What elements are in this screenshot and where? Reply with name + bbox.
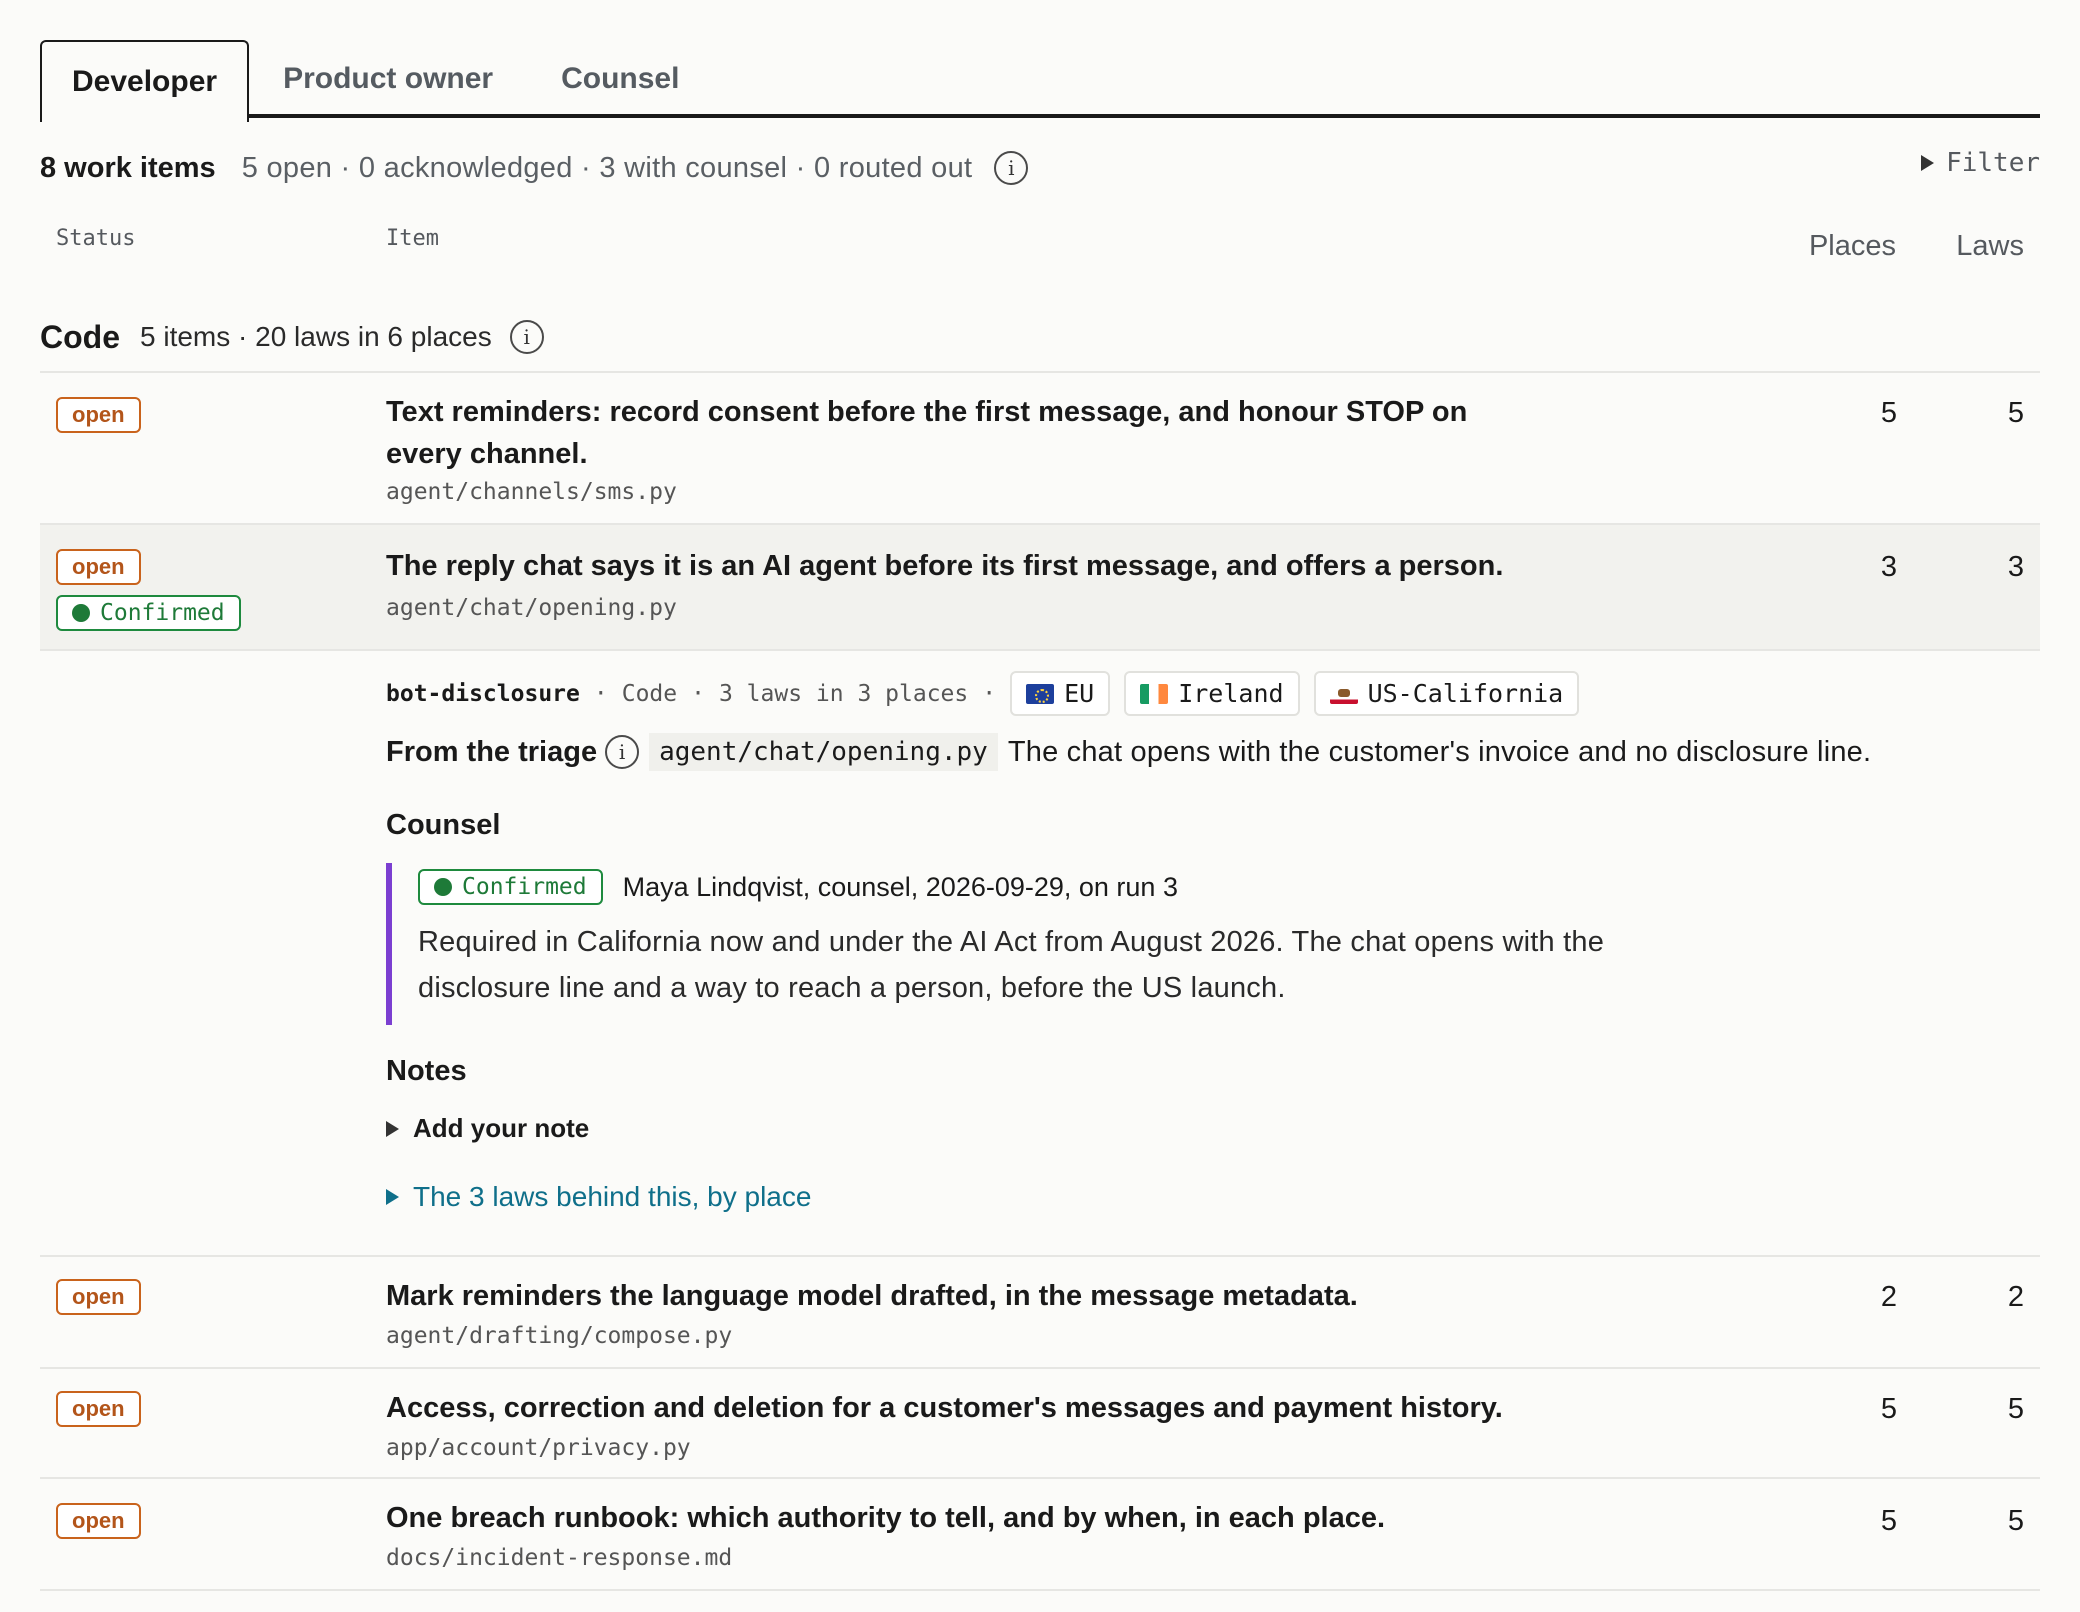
triage-text: The chat opens with the customer's invoi… xyxy=(1007,735,1872,768)
places-count: 3 xyxy=(1880,551,1897,583)
info-icon[interactable]: i xyxy=(509,320,544,354)
work-items-panel: Developer Product owner Counsel 8 work i… xyxy=(40,40,2040,1591)
group-stats: 5 items · 20 laws in 6 places xyxy=(140,321,492,352)
column-headers: Status Item Places Laws xyxy=(40,218,2040,303)
filter-toggle[interactable]: Filter xyxy=(1921,148,2040,178)
item-title[interactable]: The reply chat says it is an AI agent be… xyxy=(386,545,1686,587)
item-path: agent/channels/sms.py xyxy=(386,479,677,505)
add-note-label: Add your note xyxy=(413,1113,590,1143)
table-row[interactable]: open Mark reminders the language model d… xyxy=(40,1257,2040,1369)
california-flag-icon xyxy=(1329,683,1358,704)
item-slug: bot-disclosure xyxy=(386,680,580,707)
place-label: EU xyxy=(1064,679,1095,708)
places-count: 5 xyxy=(1880,397,1897,429)
item-meta: bot-disclosure · Code · 3 laws in 3 plac… xyxy=(386,671,1580,716)
status-badge-open: open xyxy=(56,397,141,433)
item-category: Code xyxy=(621,680,678,707)
laws-count: 5 xyxy=(2007,1505,2024,1537)
eu-flag-icon xyxy=(1026,683,1055,704)
item-title[interactable]: Mark reminders the language model drafte… xyxy=(386,1275,1686,1317)
table-row-selected[interactable]: open Confirmed The reply chat says it is… xyxy=(40,525,2040,651)
counsel-attribution: Maya Lindqvist, counsel, 2026-09-29, on … xyxy=(622,871,1178,902)
place-label: US-California xyxy=(1367,679,1564,708)
work-item-count: 8 work items xyxy=(40,151,216,184)
laws-by-place-toggle[interactable]: The 3 laws behind this, by place xyxy=(386,1181,811,1213)
triangle-right-icon xyxy=(386,1189,399,1205)
triangle-right-icon xyxy=(386,1120,399,1137)
dot-icon xyxy=(72,604,90,622)
separator: · xyxy=(691,680,705,707)
status-badge-open: open xyxy=(56,549,141,585)
triage-label: From the triage xyxy=(386,735,598,768)
table-row[interactable]: open Text reminders: record consent befo… xyxy=(40,373,2040,525)
place-chip-eu[interactable]: EU xyxy=(1010,671,1111,716)
triage-path: agent/chat/opening.py xyxy=(649,733,998,771)
ireland-flag-icon xyxy=(1140,683,1169,704)
group-header-code: Code 5 items · 20 laws in 6 places i xyxy=(40,303,2040,373)
item-title[interactable]: Access, correction and deletion for a cu… xyxy=(386,1387,1686,1429)
status-badge-confirmed: Confirmed xyxy=(418,869,603,905)
status-badge-open: open xyxy=(56,1503,141,1539)
dot-icon xyxy=(434,878,452,896)
laws-count: 2 xyxy=(2007,1281,2024,1313)
places-count: 5 xyxy=(1880,1505,1897,1537)
column-header-item: Item xyxy=(386,226,439,251)
laws-count: 5 xyxy=(2007,397,2024,429)
places-count: 5 xyxy=(1880,1393,1897,1425)
laws-places: 3 laws in 3 places xyxy=(718,680,969,707)
filter-label: Filter xyxy=(1946,148,2040,178)
tab-counsel[interactable]: Counsel xyxy=(527,40,713,118)
column-header-places: Places xyxy=(1808,230,1896,262)
places-count: 2 xyxy=(1880,1281,1897,1313)
role-tabs: Developer Product owner Counsel xyxy=(40,40,2040,122)
counsel-text: Required in California now and under the… xyxy=(418,926,1605,1004)
work-item-stats: 5 open · 0 acknowledged · 3 with counsel… xyxy=(241,151,973,184)
summary-bar: 8 work items 5 open · 0 acknowledged · 3… xyxy=(40,118,2040,218)
triangle-right-icon xyxy=(1921,155,1935,171)
status-badge-open: open xyxy=(56,1279,141,1315)
status-badge-confirmed: Confirmed xyxy=(56,595,241,631)
notes-heading: Notes xyxy=(386,1055,467,1087)
triage-line: From the triage i agent/chat/opening.py … xyxy=(386,733,1871,771)
column-header-status: Status xyxy=(56,226,136,251)
laws-by-place-label: The 3 laws behind this, by place xyxy=(413,1181,812,1212)
laws-count: 3 xyxy=(2007,551,2024,583)
separator: · xyxy=(593,680,608,707)
group-name: Code xyxy=(40,318,120,355)
item-title[interactable]: Text reminders: record consent before th… xyxy=(386,391,1536,475)
add-note-toggle[interactable]: Add your note xyxy=(386,1113,589,1144)
place-chip-us-california[interactable]: US-California xyxy=(1313,671,1580,716)
table-row[interactable]: open Access, correction and deletion for… xyxy=(40,1369,2040,1479)
item-title[interactable]: One breach runbook: which authority to t… xyxy=(386,1497,1686,1539)
tab-product-owner[interactable]: Product owner xyxy=(249,40,527,118)
confirmed-label: Confirmed xyxy=(100,600,225,626)
info-icon[interactable]: i xyxy=(994,151,1029,185)
status-badge-open: open xyxy=(56,1391,141,1427)
place-label: Ireland xyxy=(1178,679,1284,708)
separator: · xyxy=(982,680,997,707)
tab-developer[interactable]: Developer xyxy=(40,40,250,122)
item-path: docs/incident-response.md xyxy=(386,1545,733,1571)
counsel-quote: Confirmed Maya Lindqvist, counsel, 2026-… xyxy=(386,863,1706,1025)
item-path: agent/chat/opening.py xyxy=(386,595,677,621)
item-path: agent/drafting/compose.py xyxy=(386,1323,733,1349)
counsel-heading: Counsel xyxy=(386,809,501,841)
column-header-laws: Laws xyxy=(1956,230,2024,262)
info-icon[interactable]: i xyxy=(605,735,640,769)
laws-count: 5 xyxy=(2007,1393,2024,1425)
place-chip-ireland[interactable]: Ireland xyxy=(1124,671,1300,716)
item-detail: bot-disclosure · Code · 3 laws in 3 plac… xyxy=(40,651,2040,1257)
confirmed-label: Confirmed xyxy=(462,874,587,900)
item-path: app/account/privacy.py xyxy=(386,1435,691,1461)
table-row[interactable]: open One breach runbook: which authority… xyxy=(40,1479,2040,1591)
